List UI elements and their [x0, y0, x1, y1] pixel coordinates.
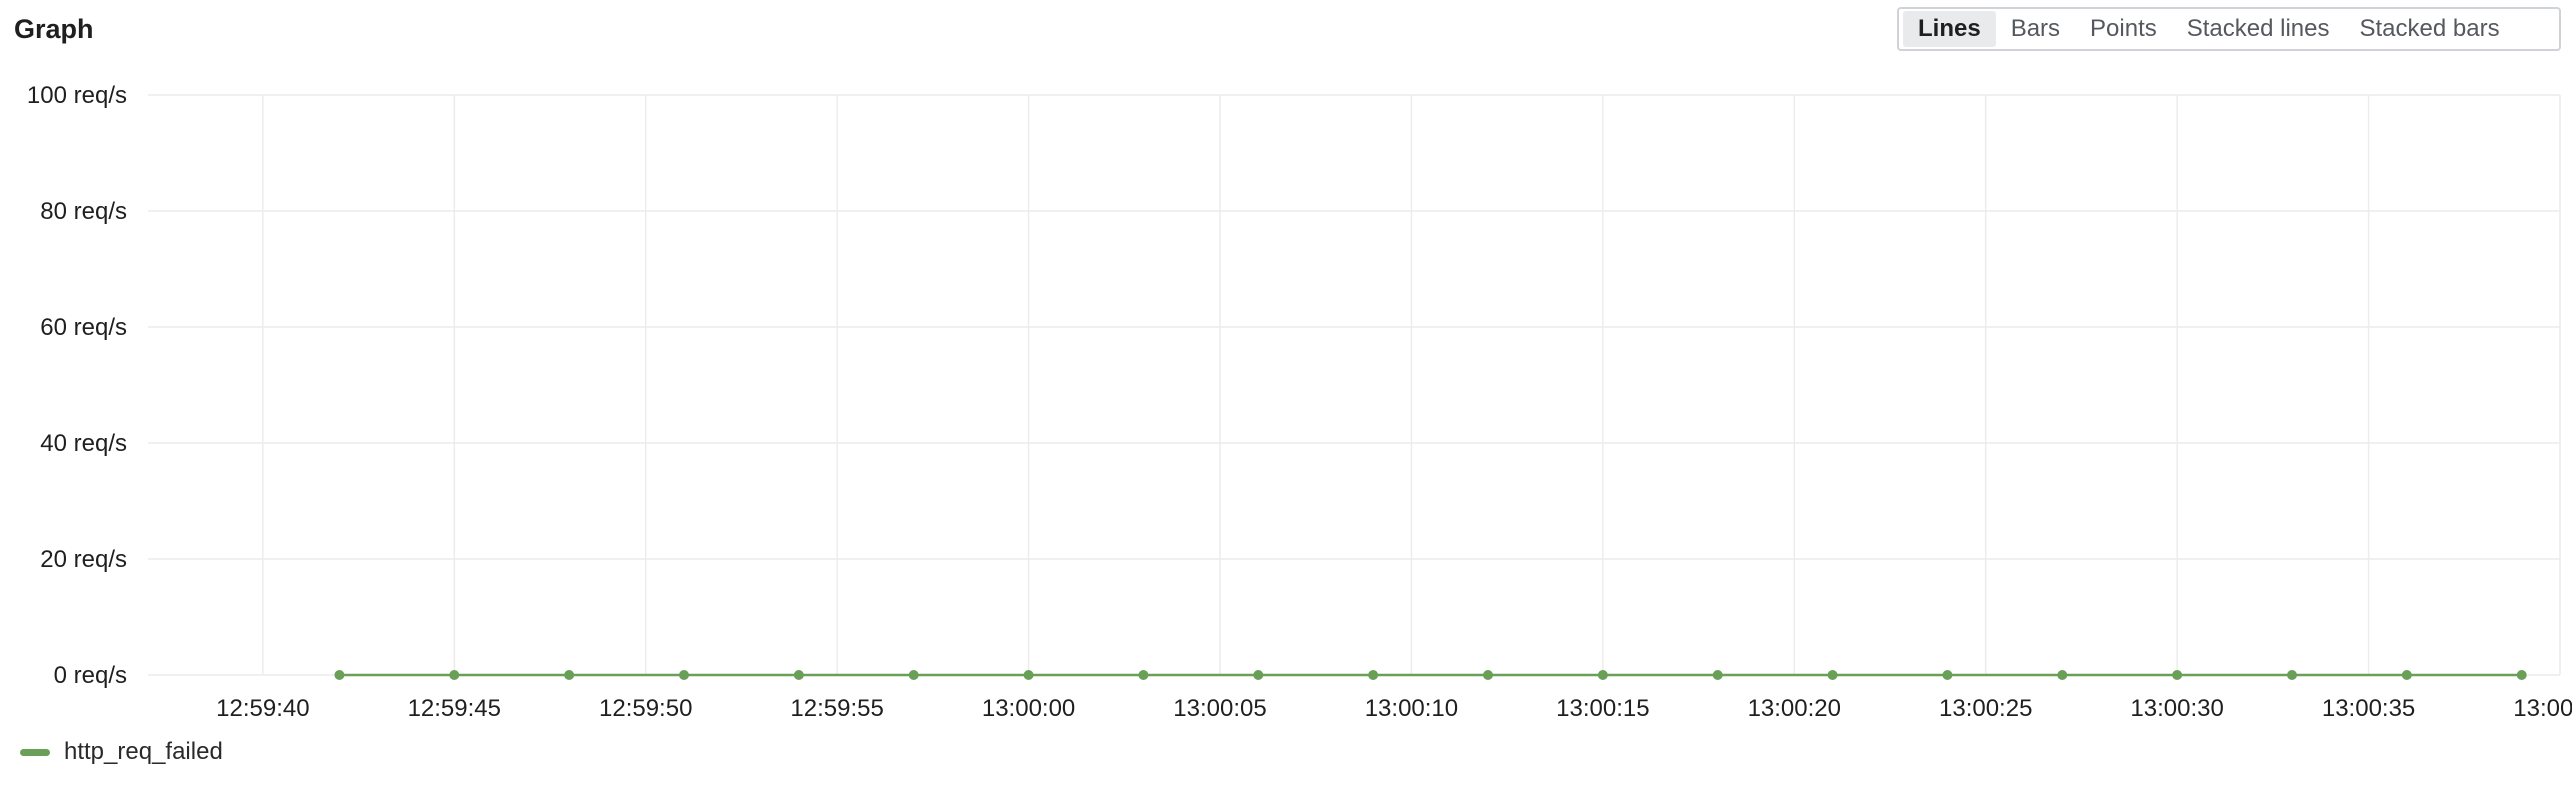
x-tick-label: 12:59:45	[408, 695, 501, 722]
data-point	[1023, 670, 1034, 680]
data-point	[1942, 670, 1953, 680]
data-point	[1253, 670, 1264, 680]
x-tick-label: 13:00:10	[1365, 695, 1458, 722]
y-tick-label: 60 req/s	[40, 314, 127, 341]
x-tick-label: 13:00:05	[1173, 695, 1266, 722]
legend-swatch	[20, 748, 50, 756]
line-chart: 0 req/s 20 req/s 40 req/s 60 req/s 80 req/s 1…	[27, 82, 2572, 722]
data-point	[1597, 670, 1608, 680]
data-point	[1138, 670, 1149, 680]
x-tick-label: 13:00:35	[2322, 695, 2415, 722]
x-tick-label: 12:59:40	[216, 695, 309, 722]
data-point	[334, 670, 345, 680]
vertical-gridlines	[262, 95, 2561, 675]
x-tick-label: 13:00:30	[2130, 695, 2223, 722]
x-tick-label: 13:00:20	[1748, 695, 1841, 722]
horizontal-gridlines	[148, 94, 2560, 676]
series-group	[334, 670, 2527, 680]
x-axis-ticks: 12:59:40 12:59:45 12:59:50 12:59:55 13:00:00…	[216, 695, 2572, 722]
x-tick-label: 13:00:15	[1556, 695, 1649, 722]
data-point	[1712, 670, 1723, 680]
x-tick-label: 13:00:00	[982, 695, 1075, 722]
data-point	[564, 670, 575, 680]
data-point	[2057, 670, 2068, 680]
y-axis-ticks: 0 req/s 20 req/s 40 req/s 60 req/s 80 req/s 1…	[27, 82, 127, 689]
x-tick-label: 12:59:50	[599, 695, 692, 722]
data-point	[679, 670, 689, 680]
legend-label: http_req_failed	[64, 738, 223, 765]
y-tick-label: 100 req/s	[27, 82, 127, 109]
y-tick-label: 40 req/s	[40, 430, 127, 457]
x-tick-label: 13:00:25	[1939, 695, 2032, 722]
y-tick-label: 80 req/s	[40, 198, 127, 225]
data-point	[1483, 670, 1493, 680]
x-tick-label: 13:00:40	[2513, 695, 2572, 722]
data-point	[1368, 670, 1379, 680]
data-point	[2172, 670, 2183, 680]
data-point	[908, 670, 919, 680]
data-point	[2401, 670, 2412, 680]
data-point	[793, 670, 804, 680]
data-point	[2516, 670, 2527, 680]
data-point	[2287, 670, 2297, 680]
legend[interactable]: http_req_failed	[20, 738, 223, 766]
x-tick-label: 12:59:55	[790, 695, 883, 722]
data-point	[1827, 670, 1838, 680]
data-point	[449, 670, 460, 680]
y-tick-label: 0 req/s	[54, 662, 127, 689]
y-tick-label: 20 req/s	[40, 546, 127, 573]
